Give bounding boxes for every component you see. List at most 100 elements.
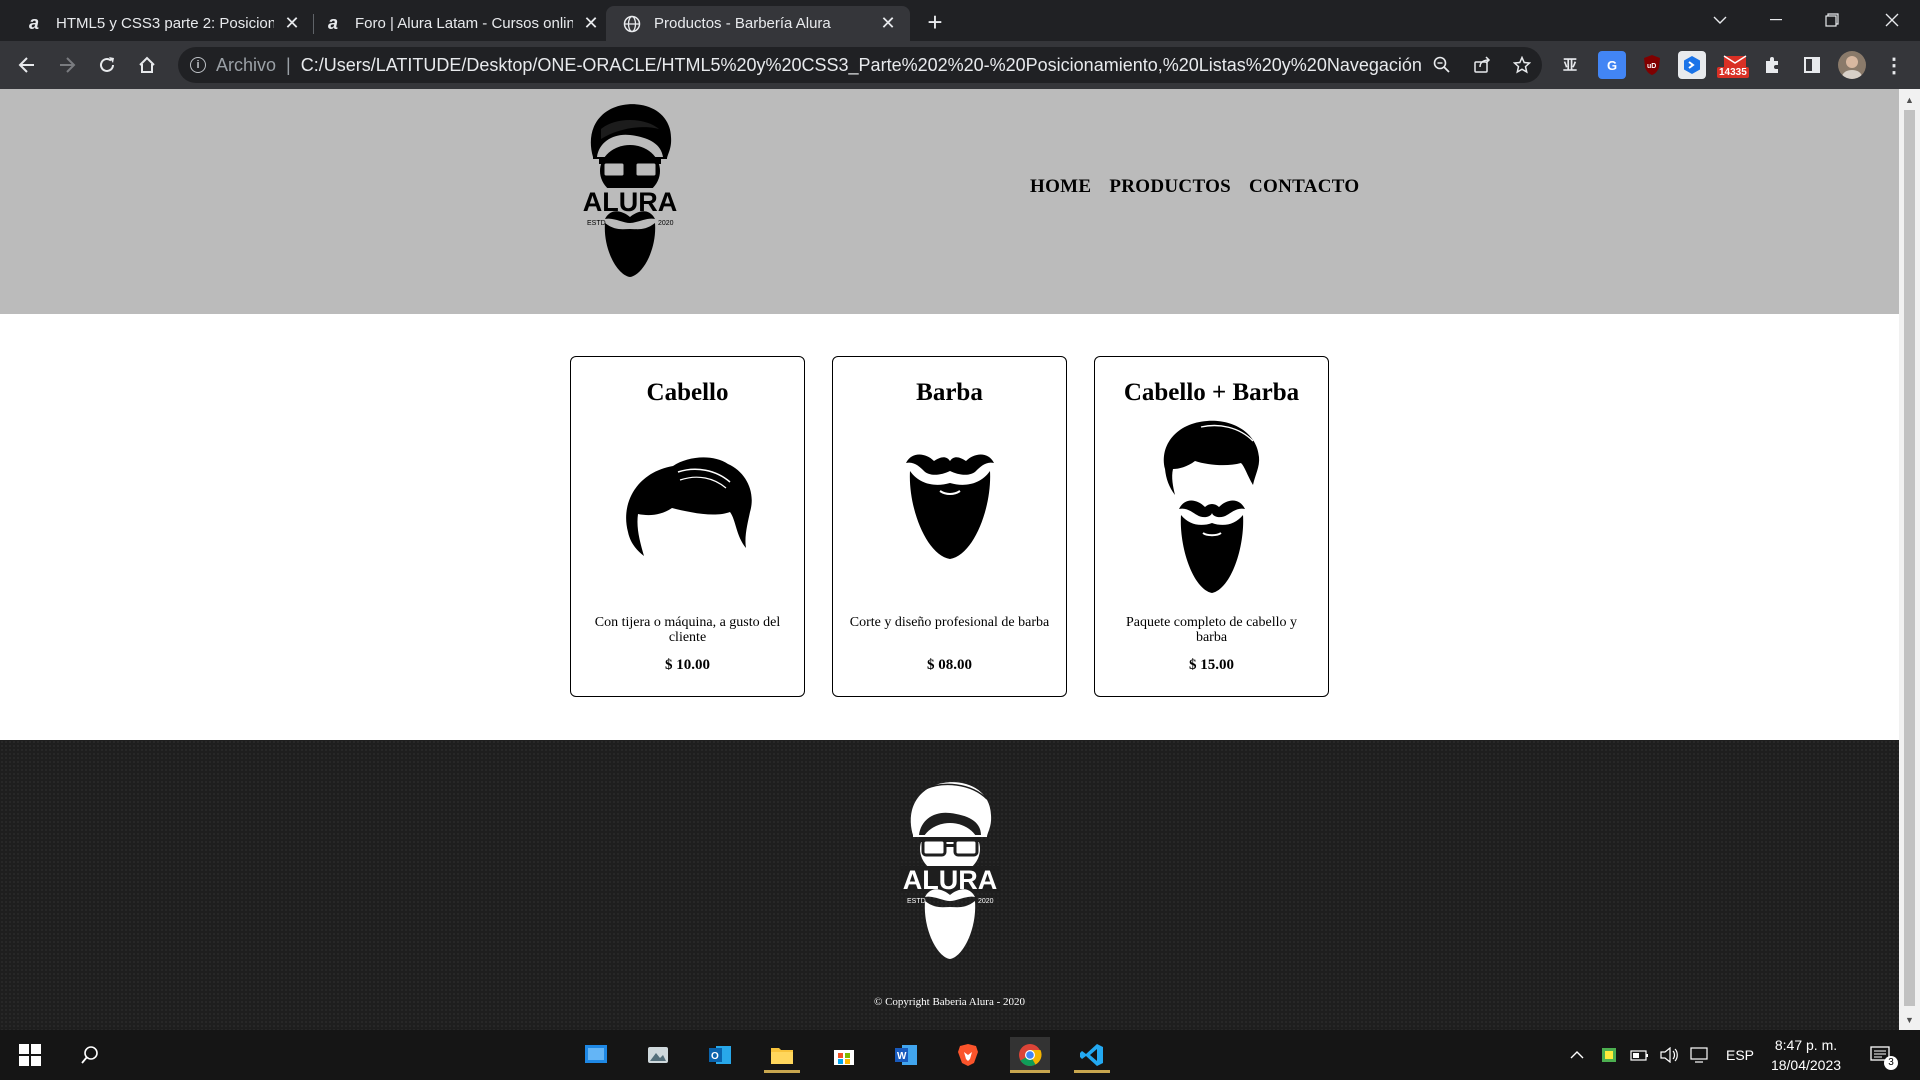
svg-text:uD: uD <box>1647 63 1656 70</box>
products-list: Cabello Con tijera o máquina, a gusto de… <box>570 356 1329 697</box>
outlook-app-icon[interactable]: O <box>702 1037 738 1073</box>
side-panel-icon[interactable] <box>1798 51 1826 79</box>
product-card-barba: Barba Corte y diseño profesional de barb… <box>832 356 1067 697</box>
extensions-puzzle-icon[interactable] <box>1758 51 1786 79</box>
forward-icon[interactable] <box>51 49 83 81</box>
svg-text:亚: 亚 <box>1563 58 1577 74</box>
store-app-icon[interactable] <box>826 1037 862 1073</box>
address-bar[interactable]: i Archivo | C:/Users/LATITUDE/Desktop/ON… <box>178 47 1542 83</box>
alura-icon: a <box>28 13 39 33</box>
hexagon-extension-icon[interactable] <box>1678 51 1706 79</box>
close-icon[interactable]: ✕ <box>581 13 601 34</box>
product-description: Paquete completo de cabello y barba <box>1125 615 1298 645</box>
tab-title: Productos - Barbería Alura <box>654 15 831 32</box>
restore-button[interactable] <box>1804 0 1860 40</box>
address-scheme-label: Archivo <box>216 54 277 75</box>
footer-logo-est-right: 2020 <box>978 898 994 905</box>
tray-overflow-chevron-icon[interactable] <box>1570 1030 1584 1080</box>
notifications-icon[interactable]: 3 <box>1870 1030 1898 1080</box>
product-price: $ 10.00 <box>665 657 710 673</box>
svg-text:W: W <box>897 1051 907 1062</box>
hair-beard-icon <box>1095 417 1328 597</box>
scroll-down-arrow-icon[interactable]: ▼ <box>1899 1011 1920 1028</box>
dictionary-extension-icon[interactable]: 亚 <box>1558 51 1586 79</box>
photos-app-icon[interactable] <box>640 1037 676 1073</box>
brave-app-icon[interactable] <box>950 1037 986 1073</box>
back-icon[interactable] <box>11 49 43 81</box>
nav-home-link[interactable]: HOME <box>1030 176 1091 198</box>
tray-app-icon[interactable] <box>1600 1030 1618 1080</box>
main-nav: HOME PRODUCTOS CONTACTO <box>1030 176 1359 198</box>
scrollbar-thumb[interactable] <box>1904 110 1915 1006</box>
minimize-button[interactable] <box>1748 0 1804 40</box>
product-description: Corte y diseño profesional de barba <box>849 615 1050 630</box>
beard-icon <box>833 417 1066 597</box>
product-card-cabello: Cabello Con tijera o máquina, a gusto de… <box>570 356 805 697</box>
ublock-extension-icon[interactable]: uD <box>1638 51 1666 79</box>
logo-est-right: 2020 <box>658 220 674 227</box>
file-explorer-app-icon[interactable] <box>764 1037 800 1073</box>
translate-extension-icon[interactable]: G <box>1598 51 1626 79</box>
page-scrollbar[interactable]: ▲ ▼ <box>1899 89 1920 1030</box>
new-tab-button[interactable]: + <box>921 7 949 37</box>
taskbar-clock[interactable]: 8:47 p. m. 18/04/2023 <box>1756 1035 1856 1075</box>
nav-contacto-link[interactable]: CONTACTO <box>1249 176 1359 198</box>
avatar[interactable] <box>1838 51 1866 79</box>
close-icon[interactable]: ✕ <box>282 13 302 34</box>
browser-tab-strip: a HTML5 y CSS3 parte 2: Posiciona ✕ a Fo… <box>0 0 1920 41</box>
product-title: Cabello + Barba <box>1123 379 1300 406</box>
home-icon[interactable] <box>131 49 163 81</box>
reload-icon[interactable] <box>91 49 123 81</box>
alura-logo-footer: ALURA ESTD 2020 <box>900 782 1000 959</box>
volume-icon[interactable] <box>1660 1030 1680 1080</box>
menu-dots-icon[interactable]: ⋮ <box>1880 51 1908 79</box>
product-card-cabello-barba: Cabello + Barba Paquete completo de cabe… <box>1094 356 1329 697</box>
address-separator: | <box>286 54 291 75</box>
product-price: $ 08.00 <box>927 657 972 673</box>
mail-badge: 14335 <box>1717 67 1749 78</box>
page-viewport: ALURA ESTD 2020 HOME PRODUCTOS CONTACTO … <box>0 89 1899 1030</box>
tab-html5-course[interactable]: a HTML5 y CSS3 parte 2: Posiciona ✕ <box>8 6 314 41</box>
product-price: $ 15.00 <box>1189 657 1234 673</box>
input-language[interactable]: ESP <box>1726 1030 1754 1080</box>
close-icon[interactable]: ✕ <box>878 13 898 34</box>
alura-logo[interactable]: ALURA ESTD 2020 <box>575 99 685 279</box>
active-indicator <box>764 1070 800 1073</box>
info-icon[interactable]: i <box>190 57 206 73</box>
notification-count-badge: 3 <box>1884 1056 1898 1070</box>
product-description: Con tijera o máquina, a gusto del client… <box>594 615 781 645</box>
copyright-text: © Copyright Baberia Alura - 2020 <box>873 996 1026 1008</box>
bookmark-star-icon[interactable] <box>1506 49 1538 81</box>
clock-time: 8:47 p. m. <box>1774 1037 1838 1053</box>
word-app-icon[interactable]: W <box>888 1037 924 1073</box>
battery-icon[interactable] <box>1630 1030 1650 1080</box>
nav-productos-link[interactable]: PRODUCTOS <box>1109 176 1231 198</box>
vscode-app-icon[interactable] <box>1074 1037 1110 1073</box>
tab-search-button[interactable] <box>1692 0 1748 40</box>
tab-title: Foro | Alura Latam - Cursos onlin <box>355 15 573 32</box>
network-icon[interactable] <box>1690 1030 1710 1080</box>
windows-taskbar: O W ESP 8:47 p. m. 18/04/2023 3 <box>0 1030 1920 1080</box>
close-window-button[interactable] <box>1864 0 1920 40</box>
tab-foro-alura[interactable]: a Foro | Alura Latam - Cursos onlin ✕ <box>307 6 613 41</box>
footer-logo-brand-text: ALURA <box>903 865 998 895</box>
zoom-icon[interactable] <box>1426 49 1458 81</box>
site-header: ALURA ESTD 2020 HOME PRODUCTOS CONTACTO <box>0 89 1899 314</box>
logo-est-left: ESTD <box>587 220 606 227</box>
chrome-app-icon[interactable] <box>1010 1037 1050 1073</box>
tab-productos[interactable]: Productos - Barbería Alura ✕ <box>606 6 910 41</box>
logo-brand-text: ALURA <box>583 187 678 217</box>
mail-extension-icon[interactable]: 14335 <box>1717 51 1752 79</box>
clock-date: 18/04/2023 <box>1770 1057 1842 1073</box>
alura-icon: a <box>327 13 338 33</box>
address-url[interactable]: C:/Users/LATITUDE/Desktop/ONE-ORACLE/HTM… <box>301 55 1421 76</box>
active-indicator <box>1010 1070 1050 1073</box>
windows-start-icon[interactable] <box>12 1037 48 1073</box>
site-footer: ALURA ESTD 2020 © Copyright Baberia Alur… <box>0 740 1899 1030</box>
scroll-up-arrow-icon[interactable]: ▲ <box>1899 91 1920 108</box>
browser-toolbar: i Archivo | C:/Users/LATITUDE/Desktop/ON… <box>0 41 1920 89</box>
share-icon[interactable] <box>1466 49 1498 81</box>
svg-text:O: O <box>711 1051 719 1062</box>
task-view-app-icon[interactable] <box>578 1037 614 1073</box>
search-icon[interactable] <box>72 1037 108 1073</box>
